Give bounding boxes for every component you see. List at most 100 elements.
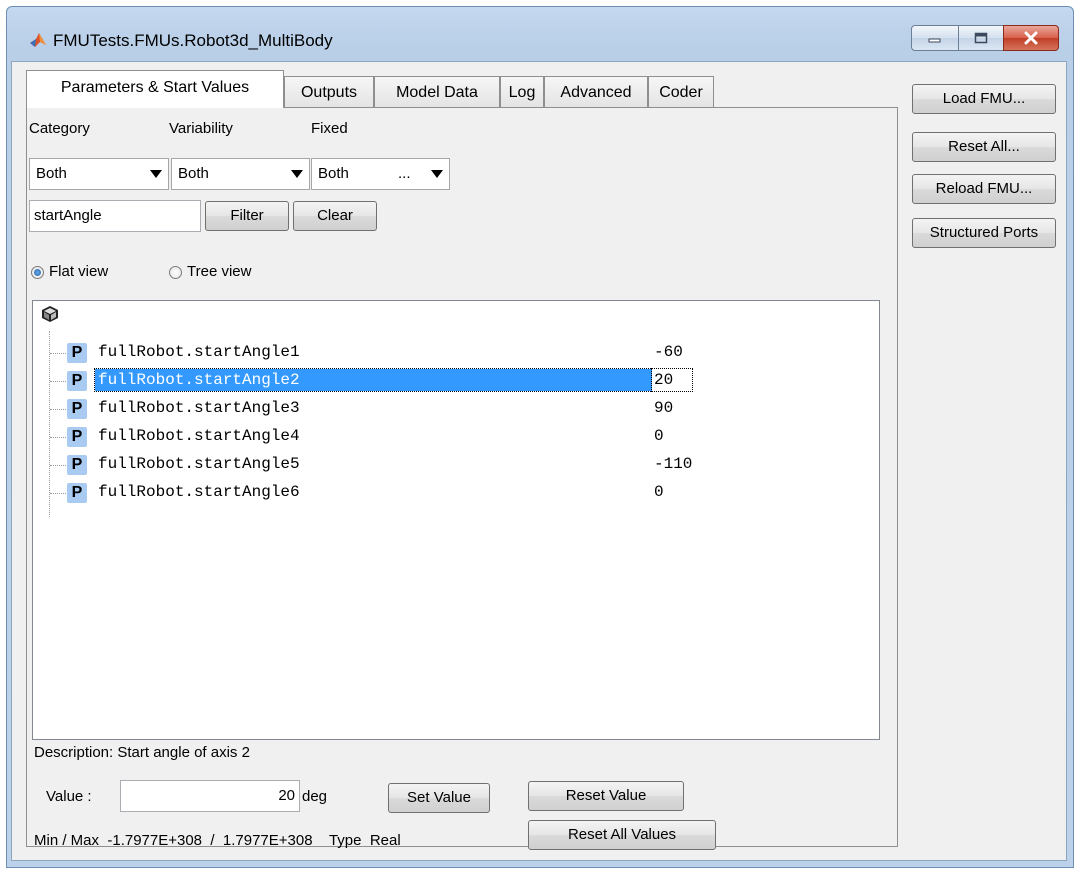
tree-connector <box>50 493 68 494</box>
load-fmu-button[interactable]: Load FMU... <box>912 84 1056 114</box>
client-area: Parameters & Start Values Outputs Model … <box>11 61 1067 861</box>
parameter-name: fullRobot.startAngle4 <box>98 427 300 445</box>
chevron-down-icon <box>291 170 303 178</box>
category-dropdown-value: Both <box>36 165 67 182</box>
tab-log[interactable]: Log <box>500 76 544 107</box>
tab-model-data[interactable]: Model Data <box>374 76 500 107</box>
value-label: Value : <box>46 788 92 805</box>
tab-label: Coder <box>659 84 703 101</box>
parameter-icon: P <box>67 483 87 503</box>
chevron-down-icon <box>431 170 443 178</box>
parameter-description: Description: Start angle of axis 2 <box>34 744 250 761</box>
reload-fmu-button[interactable]: Reload FMU... <box>912 174 1056 204</box>
reset-all-values-button-label: Reset All Values <box>567 826 677 843</box>
parameter-name: fullRobot.startAngle3 <box>98 399 300 417</box>
search-input[interactable]: startAngle <box>29 200 201 232</box>
fixed-dropdown-value: Both <box>318 165 349 182</box>
tab-coder[interactable]: Coder <box>648 76 714 107</box>
model-cube-icon <box>42 306 58 322</box>
close-button[interactable] <box>1003 25 1059 51</box>
parameter-value[interactable]: 90 <box>652 399 675 417</box>
filter-button-label: Filter <box>230 207 264 224</box>
flat-view-label: Flat view <box>49 263 109 280</box>
min-value: -1.7977E+308 <box>107 832 203 849</box>
tab-advanced[interactable]: Advanced <box>544 76 648 107</box>
tree-row-param[interactable]: P fullRobot.startAngle1 -60 <box>33 339 879 367</box>
tab-label: Outputs <box>300 84 358 101</box>
minmax-label: Min / Max <box>34 832 100 849</box>
clear-button-label: Clear <box>317 207 353 224</box>
chevron-down-icon <box>150 170 162 178</box>
set-value-button-label: Set Value <box>407 789 471 806</box>
parameter-icon: P <box>67 371 87 391</box>
tab-label: Model Data <box>396 84 478 101</box>
title-bar[interactable]: FMUTests.FMUs.Robot3d_MultiBody <box>7 7 1073 61</box>
tree-row-param[interactable]: P fullRobot.startAngle5 -110 <box>33 451 879 479</box>
parameter-icon: P <box>67 455 87 475</box>
structured-ports-button[interactable]: Structured Ports <box>912 218 1056 248</box>
reset-all-button[interactable]: Reset All... <box>912 132 1056 162</box>
reload-fmu-button-label: Reload FMU... <box>935 180 1033 197</box>
tree-row-param-selected[interactable]: P fullRobot.startAngle2 20 <box>33 367 879 395</box>
value-input[interactable]: 20 <box>120 780 300 812</box>
maximize-button[interactable] <box>958 25 1004 51</box>
tree-row-param[interactable]: P fullRobot.startAngle4 0 <box>33 423 879 451</box>
parameter-name: fullRobot.startAngle1 <box>98 343 300 361</box>
parameter-tree[interactable]: P fullRobot.startAngle1 -60 P fullRobot.… <box>32 300 880 740</box>
close-icon <box>1004 26 1058 50</box>
filter-button[interactable]: Filter <box>205 201 289 231</box>
minimize-button[interactable] <box>911 25 959 51</box>
parameter-name: fullRobot.startAngle5 <box>98 455 300 473</box>
radio-button-checked[interactable] <box>31 266 44 279</box>
window-title: FMUTests.FMUs.Robot3d_MultiBody <box>53 31 333 50</box>
parameter-name: fullRobot.startAngle2 <box>94 368 653 392</box>
matlab-logo-icon <box>30 33 46 47</box>
parameter-name: fullRobot.startAngle6 <box>98 483 300 501</box>
tree-view-label: Tree view <box>187 263 252 280</box>
clear-button[interactable]: Clear <box>293 201 377 231</box>
parameter-value[interactable]: -60 <box>652 343 685 361</box>
tree-connector <box>50 465 68 466</box>
tab-label: Advanced <box>560 84 632 101</box>
parameter-icon: P <box>67 343 87 363</box>
tree-row-param[interactable]: P fullRobot.startAngle3 90 <box>33 395 879 423</box>
load-fmu-button-label: Load FMU... <box>942 90 1026 107</box>
parameter-value[interactable]: 0 <box>652 483 666 501</box>
type-value: Real <box>369 832 401 849</box>
min-max-row: Min / Max -1.7977E+308 / 1.7977E+308 Typ… <box>34 832 401 849</box>
tab-outputs[interactable]: Outputs <box>284 76 374 107</box>
set-value-button[interactable]: Set Value <box>388 783 490 813</box>
max-value: 1.7977E+308 <box>222 832 313 849</box>
parameter-value[interactable]: -110 <box>652 455 694 473</box>
structured-ports-button-label: Structured Ports <box>929 224 1039 241</box>
parameter-value[interactable]: 20 <box>651 368 693 392</box>
radio-button[interactable] <box>169 266 182 279</box>
parameter-value[interactable]: 0 <box>652 427 666 445</box>
parameter-icon: P <box>67 399 87 419</box>
reset-all-values-button[interactable]: Reset All Values <box>528 820 716 850</box>
tree-connector <box>50 353 68 354</box>
maximize-icon <box>959 26 1003 50</box>
tree-connector <box>50 409 68 410</box>
tab-parameters-start-values[interactable]: Parameters & Start Values <box>26 70 284 108</box>
category-label: Category <box>29 120 90 137</box>
app-window: FMUTests.FMUs.Robot3d_MultiBody Paramete… <box>6 6 1074 868</box>
tab-label: Parameters & Start Values <box>60 79 250 96</box>
variability-dropdown-value: Both <box>178 165 209 182</box>
fixed-dropdown-ellipsis: ... <box>398 165 411 182</box>
variability-dropdown[interactable]: Both <box>171 158 310 190</box>
tree-connector <box>50 381 68 382</box>
fixed-label: Fixed <box>311 120 348 137</box>
reset-all-button-label: Reset All... <box>948 138 1020 155</box>
tree-row-param[interactable]: P fullRobot.startAngle6 0 <box>33 479 879 507</box>
variability-label: Variability <box>169 120 233 137</box>
reset-value-button[interactable]: Reset Value <box>528 781 684 811</box>
tree-connector <box>50 437 68 438</box>
category-dropdown[interactable]: Both <box>29 158 169 190</box>
search-input-value: startAngle <box>34 207 102 224</box>
parameter-icon: P <box>67 427 87 447</box>
fixed-dropdown[interactable]: Both ... <box>311 158 450 190</box>
minimize-icon <box>912 26 958 50</box>
type-label: Type <box>328 832 362 849</box>
value-input-value: 20 <box>278 787 295 804</box>
